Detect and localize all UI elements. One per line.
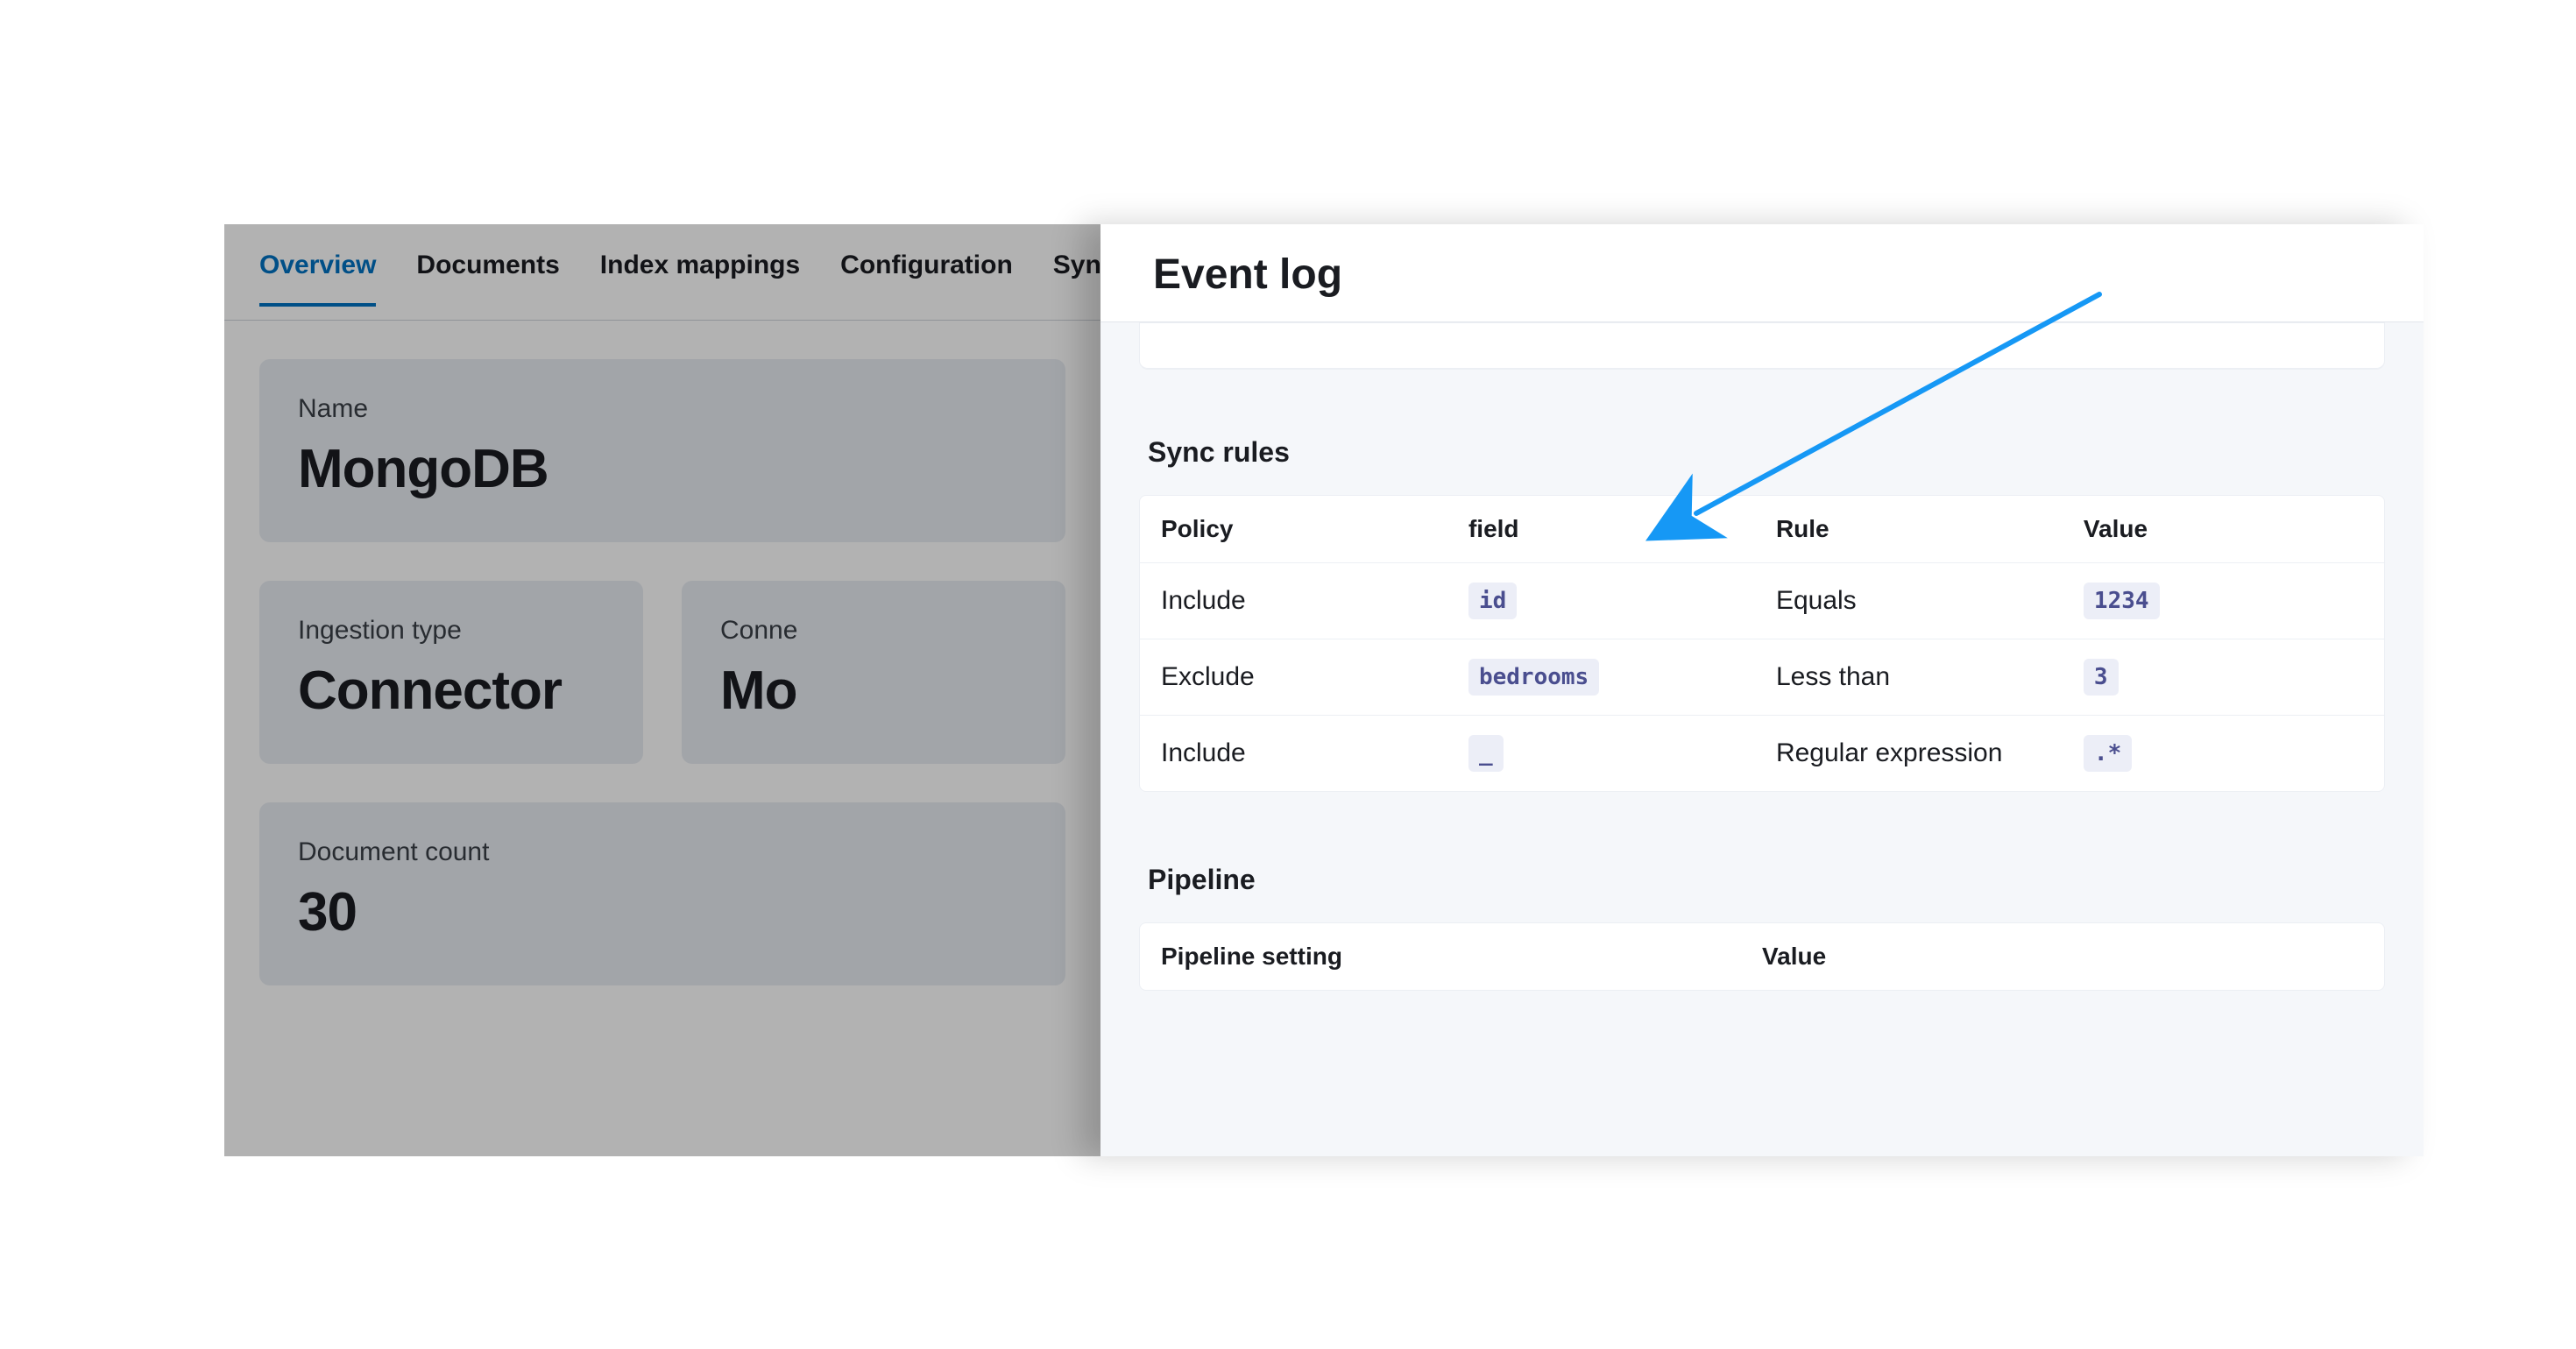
- tab-bar: Overview Documents Index mappings Config…: [224, 224, 1100, 321]
- rule-cell: Regular expression: [1776, 738, 2084, 768]
- rule-cell: Less than: [1776, 662, 2084, 692]
- doc-count-label: Document count: [298, 837, 1027, 867]
- card-name: Name MongoDB: [259, 359, 1065, 542]
- policy-cell: Include: [1161, 586, 1468, 616]
- sync-rule-row: Exclude bedrooms Less than 3: [1140, 639, 2384, 716]
- sync-rule-row: Include id Equals 1234: [1140, 563, 2384, 639]
- pipeline-title: Pipeline: [1139, 844, 2385, 922]
- tab-index-mappings[interactable]: Index mappings: [600, 251, 800, 303]
- field-chip: _: [1468, 735, 1504, 772]
- tab-sync[interactable]: Sync: [1053, 251, 1100, 303]
- header-field: field: [1468, 515, 1776, 543]
- policy-cell: Include: [1161, 738, 1468, 768]
- flyout-title: Event log: [1153, 251, 2371, 299]
- header-rule: Rule: [1776, 515, 2084, 543]
- sync-rules-header-row: Policy field Rule Value: [1140, 496, 2384, 563]
- ingestion-label: Ingestion type: [298, 616, 605, 646]
- name-value: MongoDB: [298, 438, 1027, 500]
- connector-value: Mo: [720, 660, 1027, 722]
- previous-section-edge: [1139, 322, 2385, 370]
- tab-configuration[interactable]: Configuration: [840, 251, 1013, 303]
- name-label: Name: [298, 394, 1027, 424]
- sync-rules-section: Sync rules Policy field Rule Value Inclu…: [1139, 417, 2385, 792]
- card-document-count: Document count 30: [259, 802, 1065, 985]
- field-chip: id: [1468, 583, 1517, 619]
- pipeline-section: Pipeline Pipeline setting Value: [1139, 844, 2385, 991]
- card-ingestion-type: Ingestion type Connector: [259, 581, 643, 764]
- card-connector: Conne Mo: [682, 581, 1065, 764]
- field-chip: bedrooms: [1468, 659, 1599, 696]
- flyout-header: Event log: [1100, 224, 2424, 322]
- header-policy: Policy: [1161, 515, 1468, 543]
- value-chip: 1234: [2084, 583, 2160, 619]
- header-value: Value: [2084, 515, 2363, 543]
- tab-documents[interactable]: Documents: [416, 251, 559, 303]
- doc-count-value: 30: [298, 881, 1027, 943]
- value-chip: .*: [2084, 735, 2132, 772]
- pipeline-value-header: Value: [1762, 943, 2363, 971]
- pipeline-table: Pipeline setting Value: [1139, 922, 2385, 991]
- sync-rules-table: Policy field Rule Value Include id Equal…: [1139, 495, 2385, 792]
- sync-rule-row: Include _ Regular expression .*: [1140, 716, 2384, 791]
- value-chip: 3: [2084, 659, 2119, 696]
- connector-label: Conne: [720, 616, 1027, 646]
- pipeline-setting-header: Pipeline setting: [1161, 943, 1762, 971]
- tab-overview[interactable]: Overview: [259, 251, 376, 307]
- pipeline-header-row: Pipeline setting Value: [1140, 923, 2384, 990]
- ingestion-value: Connector: [298, 660, 605, 722]
- event-log-flyout: Event log Sync rules Policy field Rule V…: [1100, 224, 2424, 1156]
- overview-panel: Overview Documents Index mappings Config…: [224, 224, 1100, 1156]
- rule-cell: Equals: [1776, 586, 2084, 616]
- sync-rules-title: Sync rules: [1139, 417, 2385, 495]
- policy-cell: Exclude: [1161, 662, 1468, 692]
